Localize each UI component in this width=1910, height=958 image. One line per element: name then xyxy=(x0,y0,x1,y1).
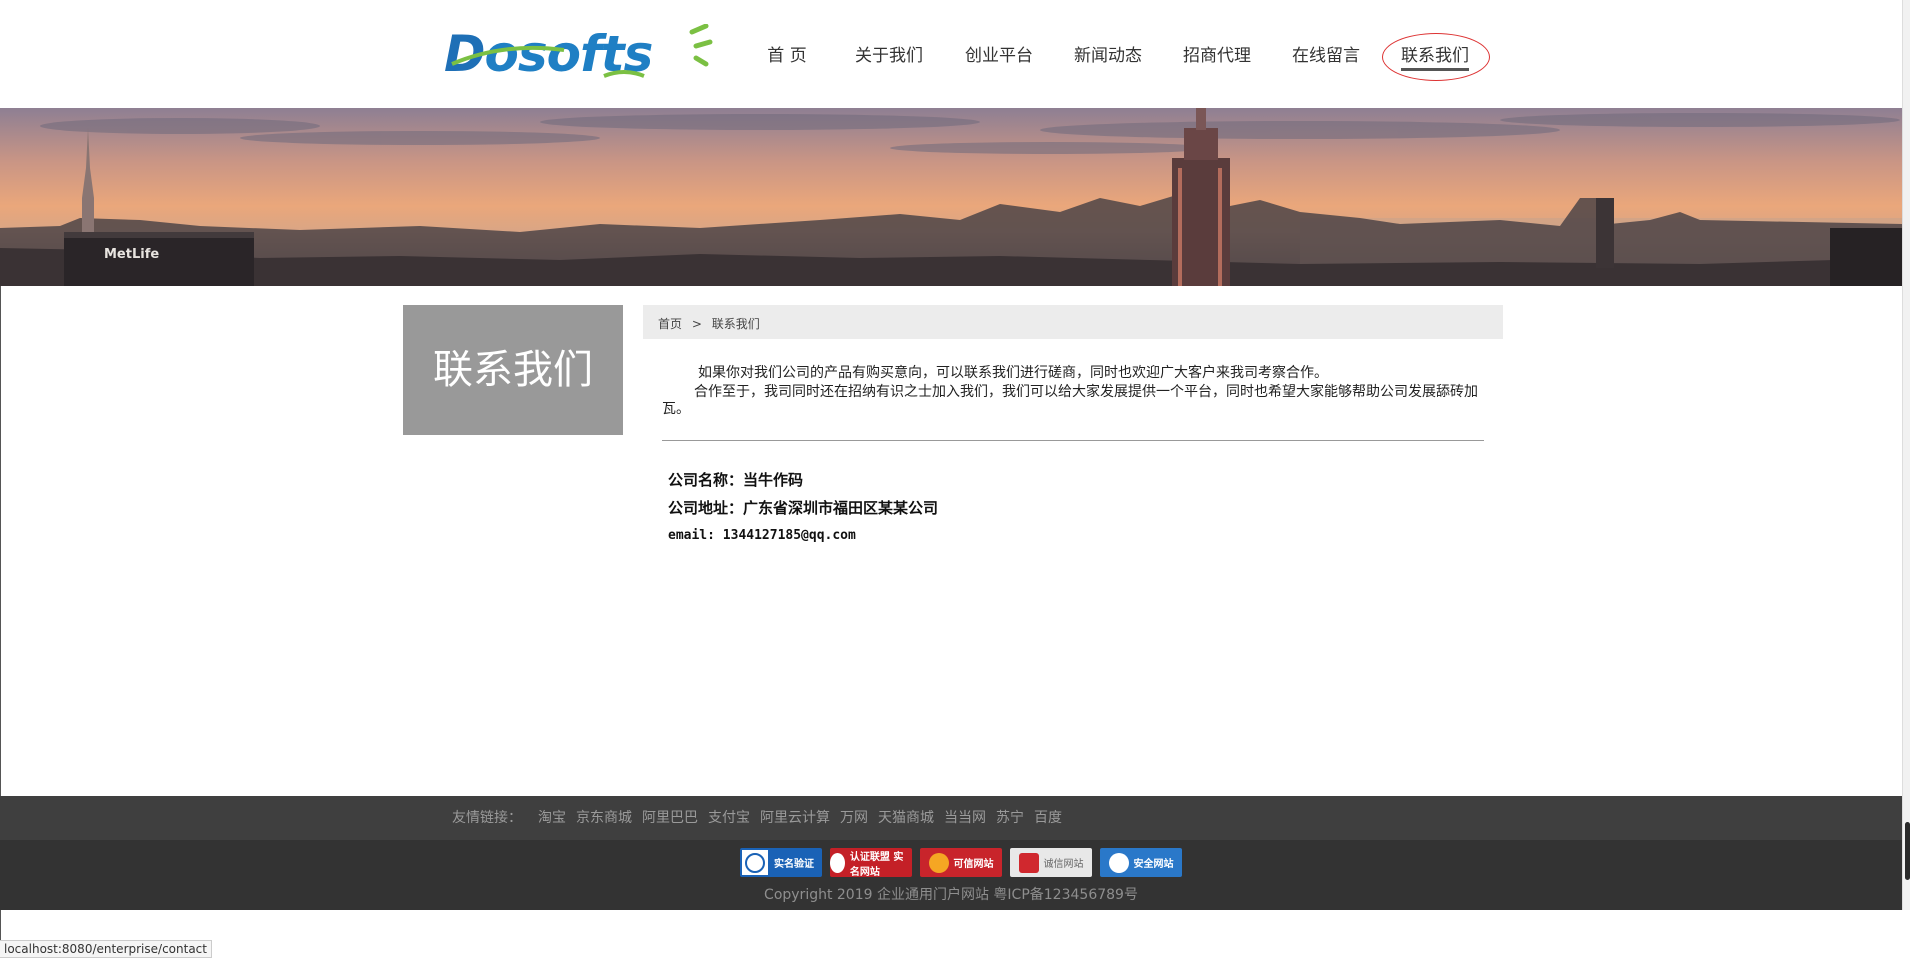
friend-link[interactable]: 百度 xyxy=(1034,796,1062,840)
badge-trusted-site[interactable]: 可信网站 xyxy=(920,848,1002,877)
copyright-text: Copyright 2019 企业通用门户网站 粤ICP备123456789号 xyxy=(764,887,1138,903)
page-scrollbar[interactable] xyxy=(1902,0,1910,910)
nav-about[interactable]: 关于我们 xyxy=(834,28,944,84)
friend-link[interactable]: 阿里巴巴 xyxy=(642,796,698,840)
main-nav: 首 页 关于我们 创业平台 新闻动态 招商代理 在线留言 联系我们 xyxy=(740,28,1490,84)
breadcrumb-current: 联系我们 xyxy=(711,317,760,331)
section-title: 联系我们 xyxy=(433,347,593,393)
friend-link[interactable]: 苏宁 xyxy=(996,796,1024,840)
friend-link[interactable]: 万网 xyxy=(840,796,868,840)
trust-ring-icon xyxy=(928,852,949,873)
badge-secure[interactable]: 安全网站 xyxy=(1100,848,1182,877)
badge-integrity[interactable]: 诚信网站 xyxy=(1010,848,1092,877)
friend-link[interactable]: 阿里云计算 xyxy=(760,796,830,840)
site-header: Dosofts 首 页 关于我们 创业平台 新闻动态 招商代理 在线留言 联系我… xyxy=(0,0,1902,108)
nav-news[interactable]: 新闻动态 xyxy=(1054,28,1162,84)
friend-links-title: 友情链接： xyxy=(452,810,522,826)
breadcrumb-separator: > xyxy=(691,317,702,331)
contact-info: 公司名称：当牛作码 公司地址：广东省深圳市福田区某某公司 email: 1344… xyxy=(668,466,938,550)
breadcrumb-home-link[interactable]: 首页 xyxy=(658,317,682,331)
friend-link[interactable]: 淘宝 xyxy=(538,796,566,840)
company-name: 公司名称：当牛作码 xyxy=(668,471,804,489)
nav-message[interactable]: 在线留言 xyxy=(1272,28,1380,84)
company-address: 公司地址：广东省深圳市福田区某某公司 xyxy=(668,499,939,517)
friend-link[interactable]: 天猫商城 xyxy=(878,796,934,840)
content-divider xyxy=(662,440,1484,441)
shield-icon xyxy=(1108,852,1129,873)
logo-swoosh-icon xyxy=(451,24,713,78)
seal-icon xyxy=(830,852,845,873)
browser-status-url: localhost:8080/enterprise/contact xyxy=(0,940,212,958)
trust-badges: 实名验证 认证联盟 实名网站 可信网站 诚信网站 安全网站 xyxy=(740,848,1190,878)
hero-banner: MetLife xyxy=(0,108,1902,286)
friend-link[interactable]: 当当网 xyxy=(944,796,986,840)
intro-paragraph-1: 如果你对我们公司的产品有购买意向，可以联系我们进行磋商，同时也欢迎广大客户来我司… xyxy=(698,365,1328,381)
badge-realname[interactable]: 实名验证 xyxy=(740,848,822,877)
intro-paragraph-2: 合作至于，我司同时还在招纳有识之士加入我们，我们可以给大家发展提供一个平台，同时… xyxy=(662,384,1478,417)
site-footer: 实名验证 认证联盟 实名网站 可信网站 诚信网站 安全网站 Copyright … xyxy=(0,840,1902,910)
nav-home[interactable]: 首 页 xyxy=(740,28,834,84)
city-skyline-image: MetLife xyxy=(0,108,1902,286)
company-email: email: 1344127185@qq.com xyxy=(668,528,856,543)
nav-platform[interactable]: 创业平台 xyxy=(944,28,1054,84)
nav-agency[interactable]: 招商代理 xyxy=(1162,28,1272,84)
section-title-box: 联系我们 xyxy=(403,305,623,435)
integrity-icon xyxy=(1018,852,1039,873)
breadcrumb: 首页 > 联系我们 xyxy=(643,305,1503,339)
svg-text:MetLife: MetLife xyxy=(104,247,159,262)
friend-link[interactable]: 支付宝 xyxy=(708,796,750,840)
friend-link[interactable]: 京东商城 xyxy=(576,796,632,840)
site-logo[interactable]: Dosofts xyxy=(444,24,716,84)
intro-text: 如果你对我们公司的产品有购买意向，可以联系我们进行磋商，同时也欢迎广大客户来我司… xyxy=(662,362,1486,418)
badge-auth-union[interactable]: 认证联盟 实名网站 xyxy=(830,848,912,878)
verify-v-icon xyxy=(745,852,765,873)
friend-links-bar: 友情链接： 淘宝 京东商城 阿里巴巴 支付宝 阿里云计算 万网 天猫商城 当当网… xyxy=(0,796,1902,840)
scrollbar-thumb[interactable] xyxy=(1905,822,1910,880)
nav-contact[interactable]: 联系我们 xyxy=(1380,28,1490,84)
